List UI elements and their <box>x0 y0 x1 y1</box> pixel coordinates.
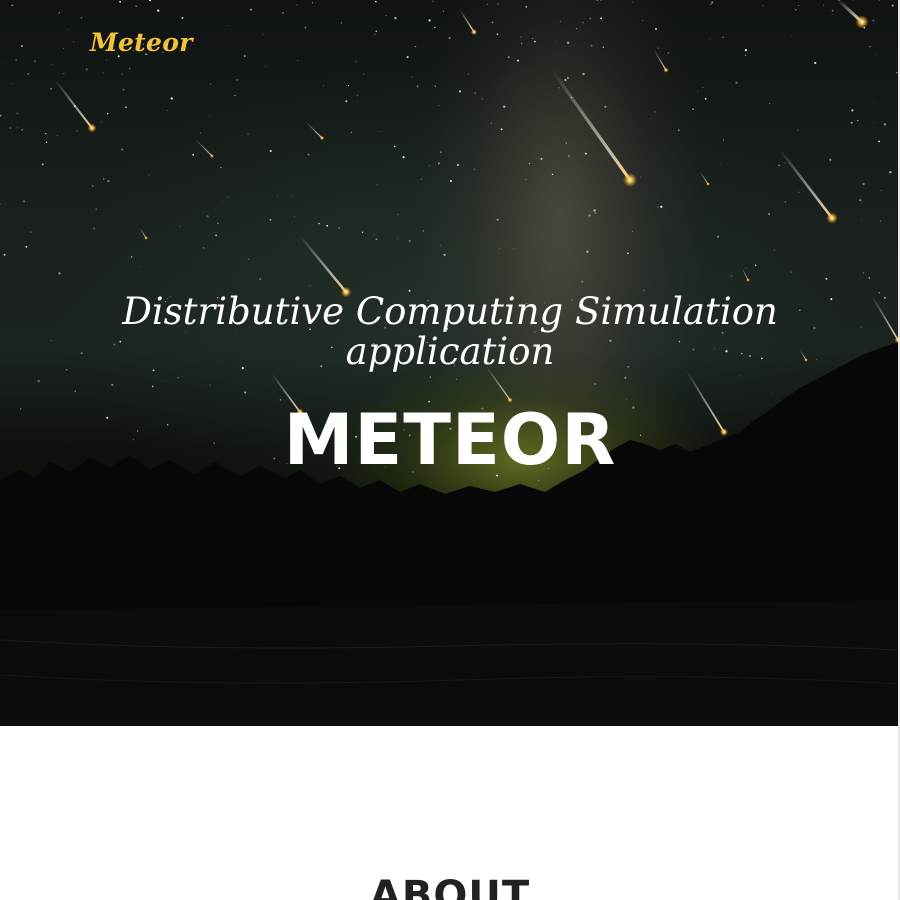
about-section: ABOUT <box>0 726 898 900</box>
page: Meteor Distributive Computing Simulation… <box>0 0 900 900</box>
site-logo[interactable]: Meteor <box>90 28 193 57</box>
hero-section: Meteor Distributive Computing Simulation… <box>0 0 898 726</box>
about-heading: ABOUT <box>369 873 531 900</box>
hero-title: METEOR <box>283 399 617 481</box>
hero-subtitle: Distributive Computing Simulation applic… <box>122 290 778 373</box>
